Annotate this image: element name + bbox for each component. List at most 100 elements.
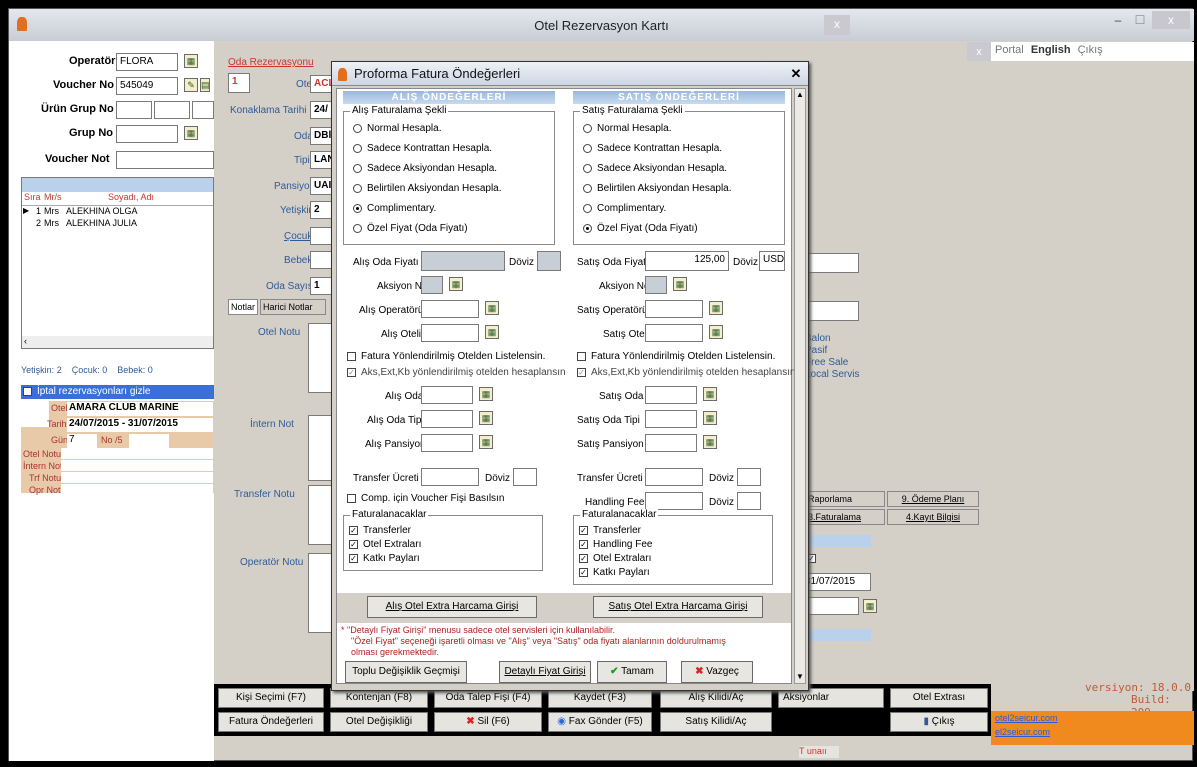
grup-input[interactable]	[116, 125, 178, 143]
footer-link-1[interactable]: otel2seicur.com	[991, 711, 1194, 725]
sub-close-button[interactable]: x	[967, 42, 991, 62]
voucher-print-icon[interactable]: ▤	[200, 78, 210, 92]
otel-extrasi-button[interactable]: Otel Extrası	[890, 688, 988, 708]
satis-fat-handling-fee[interactable]: ✓ Handling Fee	[579, 539, 652, 550]
satis-aks-ext-checkbox[interactable]: ✓ Aks,Ext,Kb yönlendirilmiş otelden hesap…	[577, 367, 796, 378]
iptal-row[interactable]: İptal rezervasyonları gizle	[21, 385, 214, 399]
table-row[interactable]: 2 Mrs ALEKHINA JULIA	[22, 218, 213, 230]
english-link[interactable]: English	[1031, 44, 1071, 56]
fax-button[interactable]: ◉ Fax Gönder (F5)	[548, 712, 652, 732]
grup-lookup-icon[interactable]: ▦	[184, 126, 198, 140]
dialog-close-button[interactable]: ✕	[788, 66, 804, 82]
vazgec-button[interactable]: ✖ Vazgeç	[681, 661, 753, 683]
urun-grup-input-2[interactable]	[154, 101, 190, 119]
scroll-down-icon[interactable]: ▼	[795, 671, 805, 683]
satis-fatura-yon-checkbox[interactable]: Fatura Yönlendirilmiş Otelden Listelensi…	[577, 351, 775, 362]
satis-pansiyon-lookup-icon[interactable]: ▦	[703, 435, 717, 449]
alis-aks-ext-checkbox[interactable]: ✓ Aks,Ext,Kb yönlendirilmiş otelden hesap…	[347, 367, 566, 378]
satis-radio-1[interactable]: Sadece Kontrattan Hesapla.	[583, 143, 722, 154]
scroll-up-icon[interactable]: ▲	[795, 89, 805, 101]
trf-notu-input[interactable]	[61, 472, 213, 483]
alis-pansiyon-lookup-icon[interactable]: ▦	[479, 435, 493, 449]
tamam-button[interactable]: ✔ Tamam	[597, 661, 667, 683]
voucher-input[interactable]: 545049	[116, 77, 178, 95]
right-lookup-input[interactable]	[801, 597, 859, 615]
satis-oda-lookup-icon[interactable]: ▦	[703, 387, 717, 401]
satis-fat-transferler[interactable]: ✓ Transferler	[579, 525, 641, 536]
right-input-2[interactable]	[801, 301, 859, 321]
exit-link[interactable]: Çıkış	[1078, 44, 1103, 56]
toplu-degisiklik-button[interactable]: Toplu Değişiklik Geçmişi	[345, 661, 467, 683]
satis-doviz-input[interactable]: USD	[759, 251, 785, 271]
handling-fee-input[interactable]	[645, 492, 703, 510]
dialog-scrollbar[interactable]: ▲ ▼	[794, 88, 806, 684]
alis-fatura-yon-checkbox[interactable]: Fatura Yönlendirilmiş Otelden Listelensi…	[347, 351, 545, 362]
tab-faturalama[interactable]: 3.Faturalama	[805, 509, 885, 525]
satis-aksiyon-lookup-icon[interactable]: ▦	[673, 277, 687, 291]
tab-odeme-plani[interactable]: 9. Ödeme Planı	[887, 491, 979, 507]
footer-link-2[interactable]: el2seicur.com	[991, 725, 1194, 739]
alis-radio-1[interactable]: Sadece Kontrattan Hesapla.	[353, 143, 492, 154]
urun-grup-input-1[interactable]	[116, 101, 152, 119]
close-button[interactable]: x	[1152, 11, 1190, 29]
oda-no-input[interactable]: 1	[228, 73, 250, 93]
right-lookup-icon[interactable]: ▦	[863, 599, 877, 613]
iptal-checkbox[interactable]	[23, 386, 32, 396]
kontenjan-button[interactable]: Kontenjan (F8)	[330, 688, 428, 708]
alis-doviz-input[interactable]	[537, 251, 561, 271]
satis-extra-button[interactable]: Satış Otel Extra Harcama Girişi	[593, 596, 763, 618]
alis-oda-tipi-input[interactable]	[421, 410, 473, 428]
satis-oda-tipi-lookup-icon[interactable]: ▦	[703, 411, 717, 425]
minimize-button[interactable]: –	[1107, 11, 1129, 29]
opr-notu-input[interactable]	[61, 484, 213, 493]
voucher-not-input[interactable]	[116, 151, 214, 169]
satis-operatoru-input[interactable]	[645, 300, 703, 318]
satis-transfer-ucreti-input[interactable]	[645, 468, 703, 486]
satis-fat-otel-extralari[interactable]: ✓ Otel Extraları	[579, 553, 651, 564]
satis-fat-katki-paylari[interactable]: ✓ Katkı Payları	[579, 567, 650, 578]
detayli-fiyat-button[interactable]: Detaylı Fiyat Girişi	[499, 661, 591, 683]
alis-oteli-input[interactable]	[421, 324, 479, 342]
alis-fat-katki-paylari[interactable]: ✓ Katkı Payları	[349, 553, 420, 564]
kisi-secimi-button[interactable]: Kişi Seçimi (F7)	[218, 688, 324, 708]
option-free-sale[interactable]: Free Sale	[805, 357, 848, 368]
alis-kilidi-button[interactable]: Alış Kilidi/Aç	[660, 688, 772, 708]
satis-oda-fiyati-input[interactable]: 125,00	[645, 251, 729, 271]
satis-radio-4[interactable]: Complimentary.	[583, 203, 666, 214]
option-local-servis[interactable]: Local Servis	[805, 369, 859, 380]
table-row[interactable]: ▶ 1 Mrs ALEKHINA OLGA	[22, 206, 213, 218]
satis-radio-5[interactable]: Özel Fiyat (Oda Fiyatı)	[583, 223, 698, 234]
hidden-button[interactable]: T unaıı	[799, 746, 839, 758]
satis-oteli-input[interactable]	[645, 324, 703, 342]
right-checkbox[interactable]: ✓	[807, 553, 821, 564]
alis-radio-4[interactable]: Complimentary.	[353, 203, 436, 214]
alis-oda-input[interactable]	[421, 386, 473, 404]
alis-aksiyon-input[interactable]	[421, 276, 443, 294]
alis-radio-0[interactable]: Normal Hesapla.	[353, 123, 441, 134]
alis-fat-transferler[interactable]: ✓ Transferler	[349, 525, 411, 536]
tab-kayit-bilgisi[interactable]: 4.Kayıt Bilgisi	[887, 509, 979, 525]
intern-not-input[interactable]	[61, 460, 213, 471]
alis-extra-button[interactable]: Alış Otel Extra Harcama Girişi	[367, 596, 537, 618]
alis-radio-3[interactable]: Belirtilen Aksiyondan Hesapla.	[353, 183, 502, 194]
operator-lookup-icon[interactable]: ▦	[184, 54, 198, 68]
comp-voucher-checkbox[interactable]: Comp. için Voucher Fişi Basılsın	[347, 493, 504, 504]
satis-oda-input[interactable]	[645, 386, 697, 404]
right-input-1[interactable]	[801, 253, 859, 273]
alis-oda-tipi-lookup-icon[interactable]: ▦	[479, 411, 493, 425]
alis-fat-otel-extralari[interactable]: ✓ Otel Extraları	[349, 539, 421, 550]
alis-oda-fiyati-input[interactable]	[421, 251, 505, 271]
satis-pansiyon-input[interactable]	[645, 434, 697, 452]
alis-operatoru-lookup-icon[interactable]: ▦	[485, 301, 499, 315]
kaydet-button[interactable]: Kaydet (F3)	[548, 688, 652, 708]
tab-harici-notlar[interactable]: Harici Notlar	[260, 299, 326, 315]
alis-radio-5[interactable]: Özel Fiyat (Oda Fiyatı)	[353, 223, 468, 234]
handling-doviz-input[interactable]	[737, 492, 761, 510]
cikis-button[interactable]: ▮ Çıkış	[890, 712, 988, 732]
satis-kilidi-button[interactable]: Satış Kilidi/Aç	[660, 712, 772, 732]
grid-scrollbar[interactable]: ‹	[22, 336, 213, 348]
satis-transfer-doviz-input[interactable]	[737, 468, 761, 486]
alis-operatoru-input[interactable]	[421, 300, 479, 318]
otel-notu-input[interactable]	[61, 448, 213, 459]
satis-radio-2[interactable]: Sadece Aksiyondan Hesapla.	[583, 163, 727, 174]
